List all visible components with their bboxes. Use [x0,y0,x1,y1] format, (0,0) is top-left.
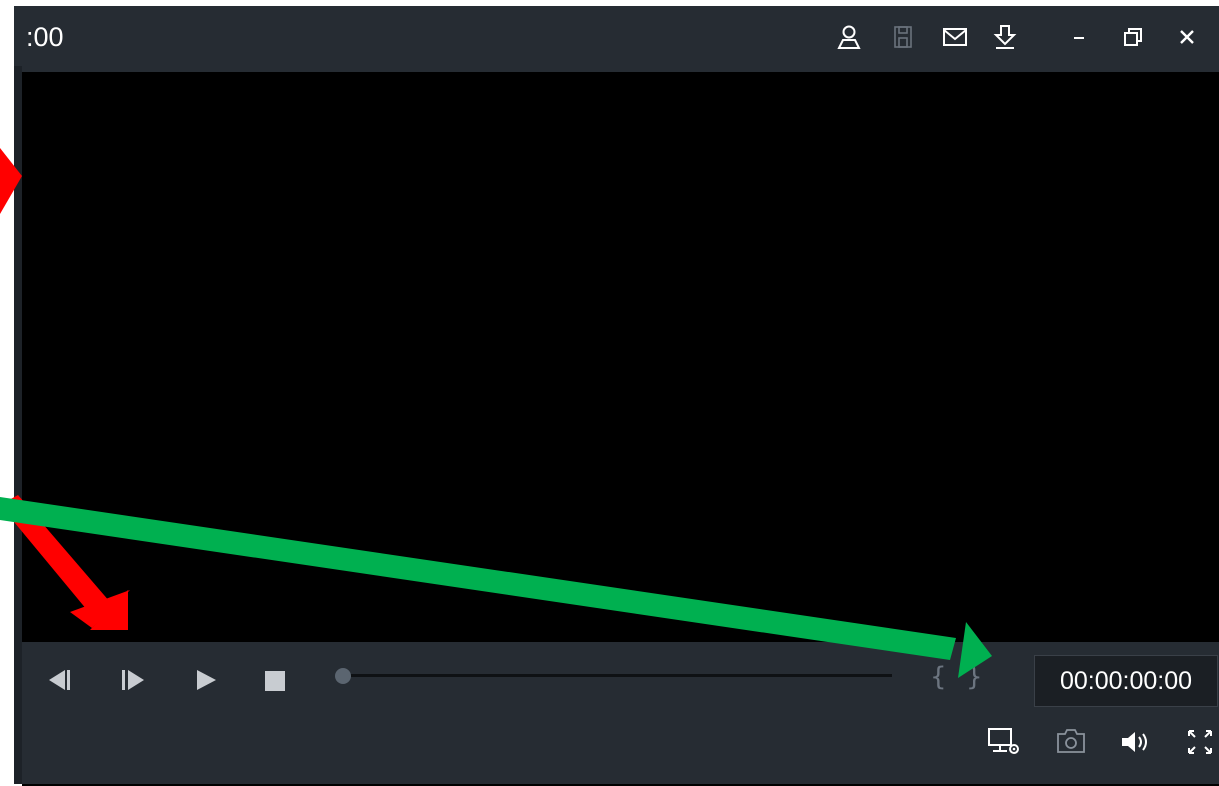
player-window: :00 {} 00:00:00:00 [14,6,1219,786]
timeline-track[interactable] [344,674,892,677]
display-settings-icon[interactable] [987,726,1021,756]
title-bar: :00 [14,6,1219,66]
mark-out-button[interactable]: } [966,662,983,692]
window-title: :00 [26,22,64,52]
download-icon[interactable] [992,24,1018,50]
timecode-display: 00:00:00:00 [1034,655,1218,707]
volume-icon[interactable] [1120,730,1152,754]
minimize-icon[interactable] [1066,24,1092,50]
step-back-icon[interactable] [47,668,73,692]
close-icon[interactable] [1174,24,1200,50]
play-icon[interactable] [194,668,218,692]
video-display[interactable] [22,72,1219,642]
save-icon[interactable] [890,24,916,50]
step-forward-icon[interactable] [120,668,146,692]
stop-icon[interactable] [264,670,286,692]
left-panel-edge [14,66,22,784]
user-icon[interactable] [836,24,862,50]
mail-icon[interactable] [942,24,968,50]
restore-icon[interactable] [1120,24,1146,50]
timeline-playhead[interactable] [335,668,351,684]
fullscreen-icon[interactable] [1186,728,1214,756]
mark-in-button[interactable]: { [930,662,947,692]
snapshot-icon[interactable] [1055,728,1087,754]
